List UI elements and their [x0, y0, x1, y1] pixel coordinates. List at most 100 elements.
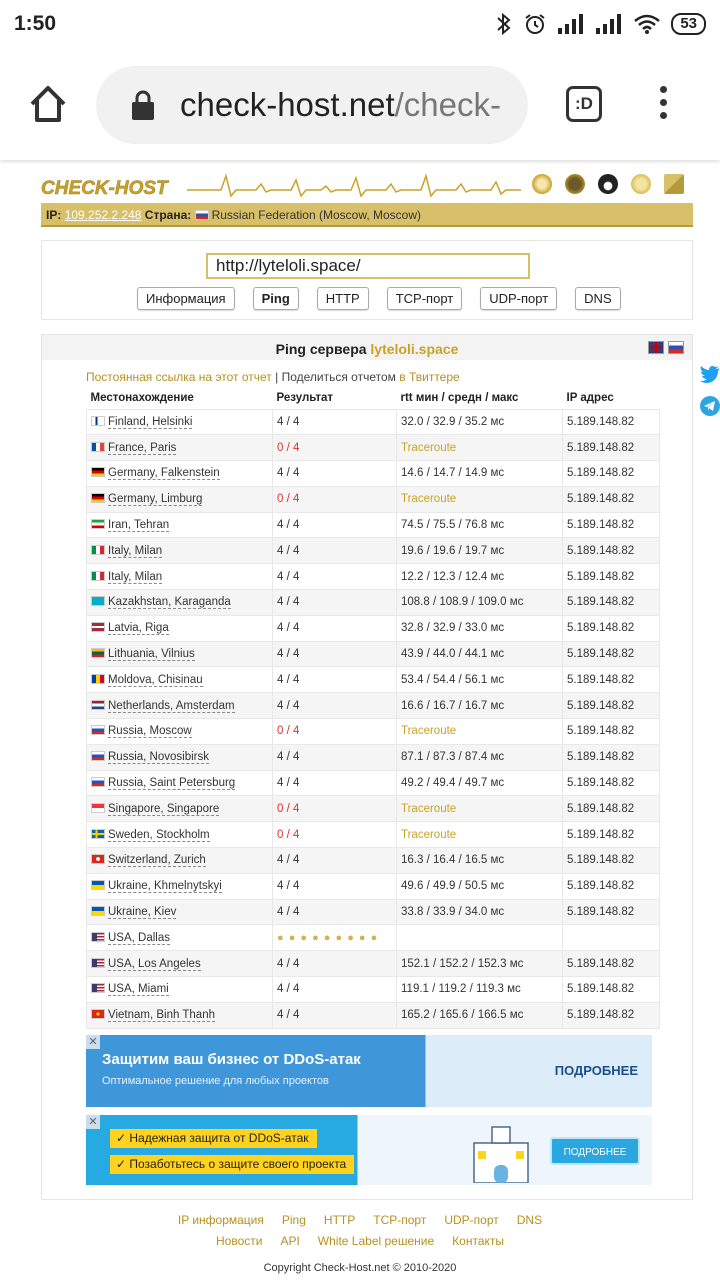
location-cell[interactable]: USA, Miami	[86, 976, 273, 1003]
info-button[interactable]: Информация	[137, 287, 235, 310]
location-cell[interactable]: Sweden, Stockholm	[86, 821, 273, 849]
twitter-icon[interactable]	[700, 364, 720, 384]
rtt-cell[interactable]: Traceroute	[396, 795, 563, 823]
location-name[interactable]: USA, Miami	[108, 983, 169, 997]
footer-contacts-link[interactable]: Контакты	[452, 1234, 504, 1255]
footer-api-link[interactable]: API	[280, 1234, 299, 1255]
location-cell[interactable]: Italy, Milan	[86, 537, 273, 565]
location-name[interactable]: Moldova, Chisinau	[108, 673, 203, 687]
location-name[interactable]: Ukraine, Khmelnytskyi	[108, 880, 222, 894]
location-cell[interactable]: Russia, Moscow	[86, 718, 273, 745]
ad-more-button[interactable]: ПОДРОБНЕЕ	[555, 1063, 638, 1078]
close-icon[interactable]: ✕	[86, 1115, 100, 1129]
location-name[interactable]: Vietnam, Binh Thanh	[108, 1009, 215, 1023]
table-row: Ukraine, Kiev 4 / 4 33.8 / 33.9 / 34.0 мс 5…	[86, 898, 660, 926]
menu-icon[interactable]	[656, 86, 670, 124]
http-button[interactable]: HTTP	[316, 287, 369, 310]
footer-ip-info-link[interactable]: IP информация	[178, 1213, 264, 1234]
ad-more-button[interactable]: ПОДРОБНЕЕ	[550, 1137, 640, 1165]
dns-button[interactable]: DNS	[575, 287, 621, 310]
location-cell[interactable]: Germany, Falkenstein	[86, 460, 273, 487]
location-cell[interactable]: Vietnam, Binh Thanh	[86, 1001, 273, 1029]
location-cell[interactable]: France, Paris	[86, 434, 273, 462]
udp-port-button[interactable]: UDP-порт	[480, 287, 558, 310]
location-name[interactable]: Netherlands, Amsterdam	[108, 699, 235, 713]
location-cell[interactable]: Iran, Tehran	[86, 511, 273, 539]
location-name[interactable]: USA, Los Angeles	[108, 957, 201, 971]
location-name[interactable]: Germany, Falkenstein	[108, 467, 220, 481]
result-value: 0 / 4	[277, 493, 300, 506]
result-host[interactable]: lyteloli.space	[370, 341, 458, 357]
footer-dns-link[interactable]: DNS	[517, 1213, 542, 1234]
home-icon[interactable]	[26, 82, 70, 126]
ip-cell: 5.189.148.82	[562, 408, 660, 436]
location-name[interactable]: Switzerland, Zurich	[108, 854, 206, 868]
tabs-button[interactable]: :D	[566, 86, 602, 122]
location-cell[interactable]: Singapore, Singapore	[86, 795, 273, 823]
location-name[interactable]: France, Paris	[108, 441, 177, 455]
location-cell[interactable]: Russia, Novosibirsk	[86, 743, 273, 771]
location-name[interactable]: Finland, Helsinki	[108, 415, 193, 429]
host-input[interactable]: http://lyteloli.space/	[206, 253, 530, 279]
footer-ping-link[interactable]: Ping	[282, 1213, 306, 1234]
location-name[interactable]: Sweden, Stockholm	[108, 828, 210, 842]
location-name[interactable]: Iran, Tehran	[108, 519, 170, 533]
footer-tcp-link[interactable]: TCP-порт	[373, 1213, 426, 1234]
telegram-icon[interactable]	[700, 396, 720, 416]
location-name[interactable]: USA, Dallas	[108, 931, 170, 945]
footer-news-link[interactable]: Новости	[216, 1234, 262, 1255]
ping-button[interactable]: Ping	[252, 287, 299, 310]
location-cell[interactable]: Russia, Saint Petersburg	[86, 769, 273, 797]
location-name[interactable]: Italy, Milan	[108, 544, 163, 558]
location-name[interactable]: Germany, Limburg	[108, 493, 203, 507]
location-cell[interactable]: Latvia, Riga	[86, 614, 273, 642]
twitter-share-link[interactable]: в Твиттере	[399, 370, 459, 384]
ad-item-2: Позаботьтесь о защите своего проекта	[110, 1155, 355, 1174]
close-icon[interactable]: ✕	[86, 1035, 100, 1049]
footer-http-link[interactable]: HTTP	[324, 1213, 355, 1234]
visitor-ip-link[interactable]: 109.252.2.248	[65, 208, 142, 222]
location-name[interactable]: Ukraine, Kiev	[108, 906, 177, 920]
location-name[interactable]: Singapore, Singapore	[108, 802, 220, 816]
rtt-cell: 49.2 / 49.4 / 49.7 мс	[396, 769, 563, 797]
location-name[interactable]: Russia, Saint Petersburg	[108, 777, 236, 791]
location-cell[interactable]: Netherlands, Amsterdam	[86, 692, 273, 720]
location-cell[interactable]: Kazakhstan, Karaganda	[86, 589, 273, 616]
location-cell[interactable]: USA, Dallas	[86, 924, 273, 952]
footer-udp-link[interactable]: UDP-порт	[444, 1213, 498, 1234]
location-name[interactable]: Kazakhstan, Karaganda	[108, 596, 231, 610]
country-flag-icon	[91, 673, 105, 684]
rtt-cell[interactable]: Traceroute	[396, 485, 563, 513]
location-name[interactable]: Russia, Novosibirsk	[108, 751, 209, 765]
location-cell[interactable]: Ukraine, Kiev	[86, 898, 273, 926]
location-cell[interactable]: Moldova, Chisinau	[86, 666, 273, 694]
location-cell[interactable]: Switzerland, Zurich	[86, 847, 273, 874]
english-flag-icon[interactable]	[648, 341, 664, 354]
check-host-logo[interactable]: CHECK-HOST	[41, 172, 531, 202]
rtt-cell: 32.0 / 32.9 / 35.2 мс	[396, 408, 563, 436]
location-cell[interactable]: USA, Los Angeles	[86, 950, 273, 978]
location-cell[interactable]: Ukraine, Khmelnytskyi	[86, 872, 273, 900]
location-cell[interactable]: Germany, Limburg	[86, 485, 273, 513]
rtt-cell[interactable]: Traceroute	[396, 434, 563, 462]
footer-white-label-link[interactable]: White Label решение	[318, 1234, 434, 1255]
ddos-ad-banner[interactable]: ✕ Защитим ваш бизнес от DDoS-атак Оптима…	[86, 1035, 652, 1107]
result-value: 4 / 4	[277, 596, 300, 609]
ip-value: 5.189.148.82	[567, 880, 635, 893]
location-name[interactable]: Latvia, Riga	[108, 622, 169, 636]
location-name[interactable]: Lithuania, Vilnius	[108, 648, 195, 662]
tcp-port-button[interactable]: TCP-порт	[386, 287, 463, 310]
rtt-cell[interactable]: Traceroute	[396, 718, 563, 745]
rtt-cell[interactable]: Traceroute	[396, 821, 563, 849]
location-cell[interactable]: Finland, Helsinki	[86, 408, 273, 436]
location-name[interactable]: Russia, Moscow	[108, 725, 192, 739]
table-row: Germany, Falkenstein 4 / 4 14.6 / 14.7 / 1…	[86, 460, 660, 487]
svg-text:CHECK-HOST: CHECK-HOST	[41, 178, 169, 199]
russian-flag-icon[interactable]	[668, 341, 684, 354]
permalink-link[interactable]: Постоянная ссылка на этот отчет	[86, 370, 272, 384]
location-cell[interactable]: Lithuania, Vilnius	[86, 640, 273, 668]
location-cell[interactable]: Italy, Milan	[86, 563, 273, 591]
address-bar[interactable]: check-host.net/check-	[96, 66, 528, 144]
ddos-protection-ad-banner[interactable]: ✕ Надежная защита от DDoS-атак Позаботьт…	[86, 1115, 652, 1185]
location-name[interactable]: Italy, Milan	[108, 570, 163, 584]
